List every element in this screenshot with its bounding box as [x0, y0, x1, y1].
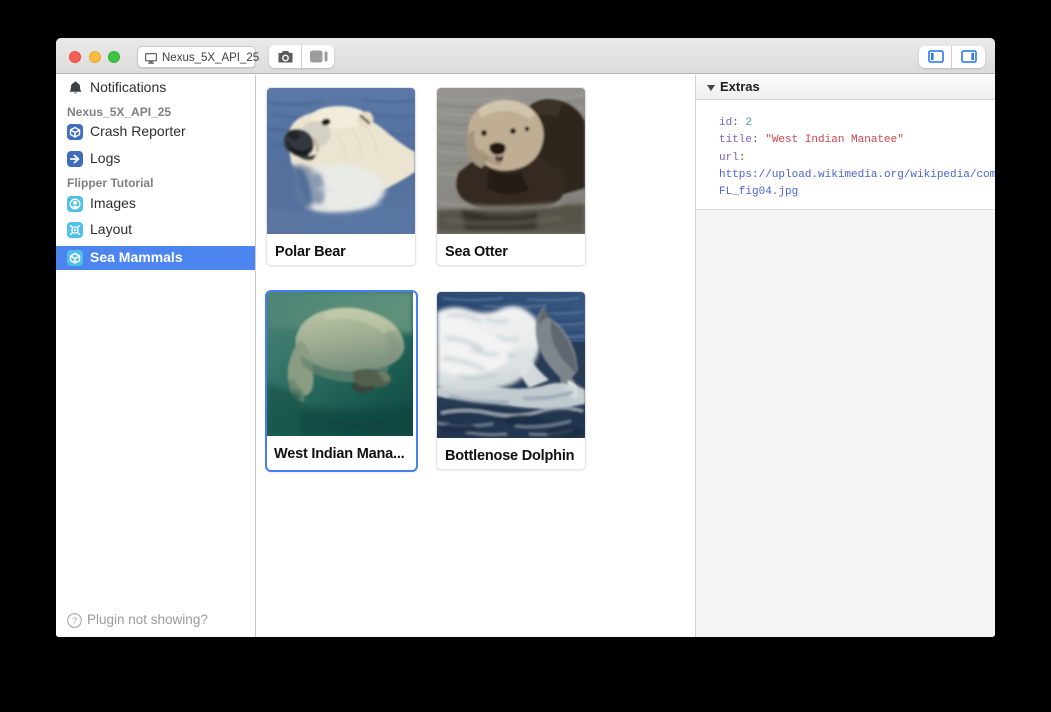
- svg-text:?: ?: [72, 616, 77, 627]
